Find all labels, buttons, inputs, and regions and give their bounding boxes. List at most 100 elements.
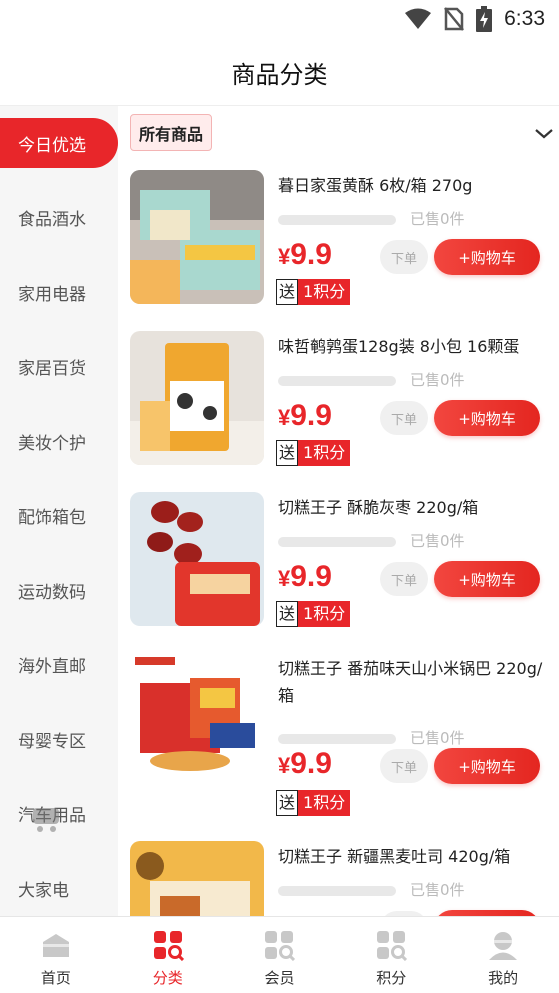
points-badge: 送 1积分 (276, 440, 351, 466)
product-card[interactable]: 切糕王子 酥脆灰枣 220g/箱 已售0件 ¥9.9 下单 +购物车 送 1积分 (130, 492, 550, 632)
filter-all-products[interactable]: 所有商品 (130, 114, 213, 151)
product-name: 味哲鹌鹑蛋128g装 8小包 16颗蛋 (278, 337, 520, 356)
sidebar-item-label: 食品酒水 (18, 209, 86, 230)
no-sim-icon (444, 7, 465, 31)
product-card[interactable]: 切糕王子 番茄味天山小米锅巴 220g/箱 已售0件 ¥9.9 下单 +购物车 … (130, 653, 550, 823)
product-image[interactable] (130, 170, 264, 304)
nav-label: 分类 (152, 969, 183, 987)
page-title: 商品分类 (231, 61, 328, 89)
points-icon (377, 931, 408, 961)
order-button[interactable]: 下单 (380, 749, 428, 783)
wifi-icon (405, 8, 432, 29)
sidebar-item-label: 运动数码 (18, 582, 86, 603)
status-icons: 6:33 (404, 6, 545, 32)
sidebar-item-baby[interactable]: 母婴专区 (0, 714, 118, 764)
product-card[interactable]: 暮日家蛋黄酥 6枚/箱 270g 已售0件 ¥9.9 下单 +购物车 送 1积分 (130, 170, 550, 310)
gift-label: 送 (276, 279, 299, 305)
sidebar-item-label: 母婴专区 (18, 731, 86, 752)
price-value: 9.9 (290, 399, 332, 432)
price-symbol: ¥ (278, 244, 291, 269)
points-label: 1积分 (298, 440, 351, 466)
order-button[interactable]: 下单 (380, 240, 428, 274)
product-name: 切糕王子 新疆黑麦吐司 420g/箱 (278, 847, 511, 866)
sidebar-item-big-appliances[interactable]: 大家电 (0, 863, 118, 913)
sold-count: 已售0件 (410, 210, 465, 228)
bottom-nav: 首页 分类 会员 积分 我的 (0, 916, 559, 993)
sold-count: 已售0件 (410, 729, 465, 747)
chevron-down-icon[interactable] (532, 122, 556, 146)
add-to-cart-button[interactable]: +购物车 (434, 239, 540, 275)
status-time: 6:33 (504, 7, 545, 30)
nav-label: 我的 (488, 969, 519, 987)
product-image[interactable] (130, 841, 264, 916)
sidebar-item-label: 配饰箱包 (18, 507, 86, 528)
product-card[interactable]: 切糕王子 新疆黑麦吐司 420g/箱 已售0件 (130, 841, 550, 916)
price-symbol: ¥ (278, 566, 291, 591)
add-to-cart-button[interactable]: +购物车 (434, 561, 540, 597)
filter-label: 所有商品 (139, 124, 204, 144)
sales-bar (278, 376, 396, 386)
product-card[interactable]: 味哲鹌鹑蛋128g装 8小包 16颗蛋 已售0件 ¥9.9 下单 +购物车 送1… (130, 331, 550, 471)
app-screen: 6:33 商品分类 今日优选 食品酒水 家用电器 家居百货 美妆个护 配饰箱包 … (0, 0, 559, 993)
points-label: 1积分 (298, 601, 351, 627)
nav-points[interactable]: 积分 (335, 917, 447, 993)
battery-charging-icon (476, 6, 493, 32)
sidebar-item-label: 家居百货 (18, 358, 86, 379)
category-sidebar: 今日优选 食品酒水 家用电器 家居百货 美妆个护 配饰箱包 运动数码 海外直邮 … (0, 106, 118, 916)
sold-count: 已售0件 (410, 881, 465, 899)
member-icon (265, 931, 296, 961)
sales-bar (278, 886, 396, 896)
sidebar-item-label: 美妆个护 (18, 433, 86, 454)
add-to-cart-button[interactable]: +购物车 (434, 748, 540, 784)
nav-label: 会员 (264, 969, 295, 987)
sidebar-item-appliances[interactable]: 家用电器 (0, 267, 118, 317)
price: ¥9.9 (278, 747, 332, 781)
nav-category[interactable]: 分类 (112, 917, 224, 993)
product-image[interactable] (130, 331, 264, 465)
sidebar-item-accessories[interactable]: 配饰箱包 (0, 490, 118, 540)
product-name: 暮日家蛋黄酥 6枚/箱 270g (278, 176, 473, 195)
nav-label: 积分 (376, 969, 407, 987)
points-label: 1积分 (298, 279, 351, 305)
sidebar-item-label: 家用电器 (18, 284, 86, 305)
sidebar-item-label: 海外直邮 (18, 656, 86, 677)
sidebar-item-food[interactable]: 食品酒水 (0, 192, 118, 242)
order-button[interactable]: 下单 (380, 562, 428, 596)
nav-home[interactable]: 首页 (0, 917, 112, 993)
sidebar-item-overseas[interactable]: 海外直邮 (0, 639, 118, 689)
sidebar-item-label: 大家电 (18, 880, 69, 901)
price-value: 9.9 (290, 238, 332, 271)
category-icon (153, 931, 184, 961)
price-symbol: ¥ (278, 405, 291, 430)
sold-count: 已售0件 (410, 371, 465, 389)
price: ¥9.9 (278, 238, 332, 272)
header: 商品分类 (0, 40, 559, 106)
nav-profile[interactable]: 我的 (447, 917, 559, 993)
points-badge: 送 1积分 (276, 601, 351, 627)
product-name: 切糕王子 番茄味天山小米锅巴 220g/箱 (278, 659, 543, 705)
price: ¥9.9 (278, 560, 332, 594)
product-image[interactable] (130, 653, 264, 787)
status-bar: 6:33 (0, 0, 559, 40)
sidebar-item-today[interactable]: 今日优选 (0, 118, 118, 168)
price-symbol: ¥ (278, 753, 291, 778)
nav-member[interactable]: 会员 (224, 917, 336, 993)
product-image[interactable] (130, 492, 264, 626)
product-name: 切糕王子 酥脆灰枣 220g/箱 (278, 498, 479, 517)
points-badge: 送 1积分 (276, 790, 351, 816)
sidebar-item-beauty[interactable]: 美妆个护 (0, 416, 118, 466)
gift-label: 送 (276, 601, 299, 627)
points-label: 1积分 (298, 790, 351, 816)
sales-bar (278, 734, 396, 744)
floating-cart-icon[interactable] (30, 802, 62, 834)
sidebar-item-home[interactable]: 家居百货 (0, 341, 118, 391)
price-value: 9.9 (290, 560, 332, 593)
profile-icon (489, 932, 518, 960)
sidebar-item-sports[interactable]: 运动数码 (0, 565, 118, 615)
gift-label: 送 (276, 790, 299, 816)
add-to-cart-button[interactable]: +购物车 (434, 400, 540, 436)
order-button[interactable]: 下单 (380, 401, 428, 435)
sales-bar (278, 215, 396, 225)
gift-label: 送 (276, 440, 299, 466)
sales-bar (278, 537, 396, 547)
